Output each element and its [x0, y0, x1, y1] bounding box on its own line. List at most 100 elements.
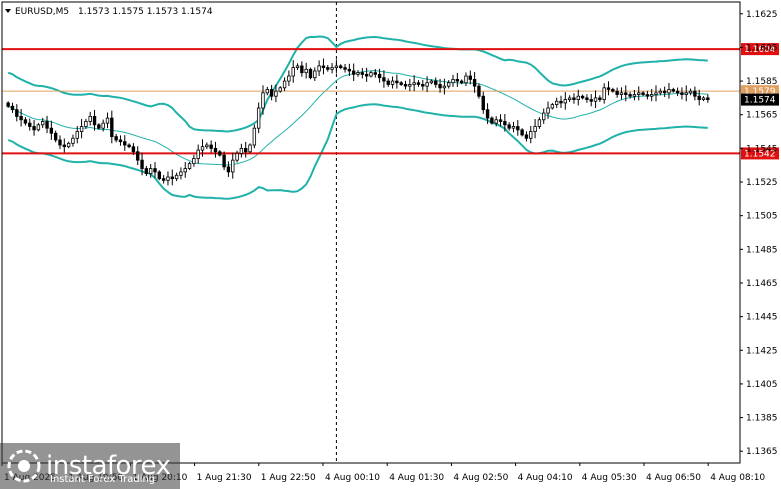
y-tick-label: 1.1365	[746, 447, 778, 457]
candle-body	[222, 154, 226, 168]
candle-body	[468, 75, 472, 80]
candle-body	[593, 97, 598, 102]
candle-body	[611, 89, 615, 92]
candle-body	[131, 146, 136, 153]
candle-body	[360, 72, 365, 75]
candle-body	[179, 171, 183, 176]
candle-body	[278, 87, 282, 92]
candle-body	[503, 121, 507, 126]
candle-body	[291, 67, 295, 77]
candle-body	[606, 87, 611, 90]
logo-tagline: Instant Forex Trading	[50, 474, 156, 485]
candle-body	[218, 151, 222, 156]
candle-body	[231, 159, 235, 173]
candle-body	[244, 147, 248, 153]
candle-body	[274, 90, 278, 97]
candle-body	[701, 97, 706, 100]
candle-body	[6, 102, 10, 107]
candle-body	[421, 84, 425, 87]
candle-body	[41, 121, 45, 126]
candle-body	[382, 77, 386, 82]
candle-body	[200, 146, 205, 151]
candle-body	[667, 89, 671, 94]
candle-body	[567, 97, 572, 100]
candle-body	[308, 68, 313, 79]
candle-body	[637, 92, 641, 95]
candle-body	[684, 92, 688, 95]
candle-body	[524, 134, 529, 139]
candle-body	[88, 116, 92, 122]
candle-body	[477, 85, 481, 97]
candle-body	[494, 119, 498, 124]
candle-body	[658, 90, 663, 94]
candle-body	[123, 141, 127, 146]
candle-body	[490, 117, 494, 124]
candle-body	[537, 119, 542, 127]
symbol-label: EURUSD,M5	[15, 7, 69, 17]
candle-body	[71, 137, 75, 144]
candle-body	[403, 84, 408, 87]
candle-body	[248, 144, 252, 153]
candle-body	[343, 67, 347, 70]
candle-body	[256, 107, 261, 129]
candle-body	[313, 70, 317, 79]
candle-body	[442, 85, 447, 89]
candle-body	[157, 171, 162, 180]
candle-body	[546, 107, 550, 114]
y-tick-label: 1.1605	[746, 43, 778, 53]
candle-body	[148, 168, 153, 175]
candle-body	[28, 122, 32, 127]
candle-body	[174, 174, 179, 180]
candle-body	[183, 168, 187, 173]
candle-body	[101, 122, 105, 129]
candle-body	[662, 90, 667, 94]
candle-body	[619, 92, 624, 95]
candle-body	[282, 80, 287, 89]
candle-body	[326, 67, 330, 70]
candle-body	[84, 121, 88, 127]
candle-body	[580, 95, 585, 99]
candle-body	[641, 92, 645, 95]
candle-body	[598, 97, 602, 100]
candle-body	[447, 82, 451, 87]
candle-body	[196, 149, 200, 159]
y-tick-label: 1.1445	[746, 313, 778, 323]
candle-body	[92, 116, 97, 126]
candle-body	[153, 168, 157, 173]
candle-body	[563, 99, 568, 104]
y-tick-label: 1.1425	[746, 346, 778, 356]
candle-body	[399, 82, 403, 85]
candle-body	[53, 132, 58, 141]
candle-body	[334, 65, 339, 69]
candle-body	[36, 124, 41, 131]
chart-canvas: 1.16041.15421.15791.1574 1.16251.16051.1…	[0, 0, 781, 489]
candle-body	[434, 80, 438, 85]
candle-body	[118, 139, 123, 143]
candle-body	[351, 70, 356, 75]
candle-body	[542, 112, 546, 121]
y-tick-label: 1.1465	[746, 279, 778, 289]
candle-body	[23, 119, 28, 124]
candle-body	[632, 94, 637, 97]
x-tick-label: 4 Aug 01:30	[389, 473, 444, 483]
candle-body	[356, 72, 360, 75]
y-tick-label: 1.1545	[746, 144, 778, 154]
candle-body	[209, 144, 213, 149]
y-tick-label: 1.1405	[746, 380, 778, 390]
candle-body	[649, 94, 654, 97]
candle-body	[386, 80, 390, 85]
candle-body	[317, 65, 321, 72]
candle-body	[75, 131, 79, 139]
candle-body	[459, 80, 464, 84]
candle-body	[429, 80, 434, 84]
candle-body	[105, 117, 110, 124]
candle-body	[347, 68, 352, 72]
candle-body	[373, 72, 377, 75]
candle-body	[369, 72, 373, 77]
candle-body	[127, 144, 131, 148]
candle-body	[79, 126, 84, 132]
candle-body	[559, 100, 563, 104]
candle-body	[110, 117, 114, 137]
candle-body	[481, 95, 485, 111]
candle-body	[654, 92, 658, 95]
